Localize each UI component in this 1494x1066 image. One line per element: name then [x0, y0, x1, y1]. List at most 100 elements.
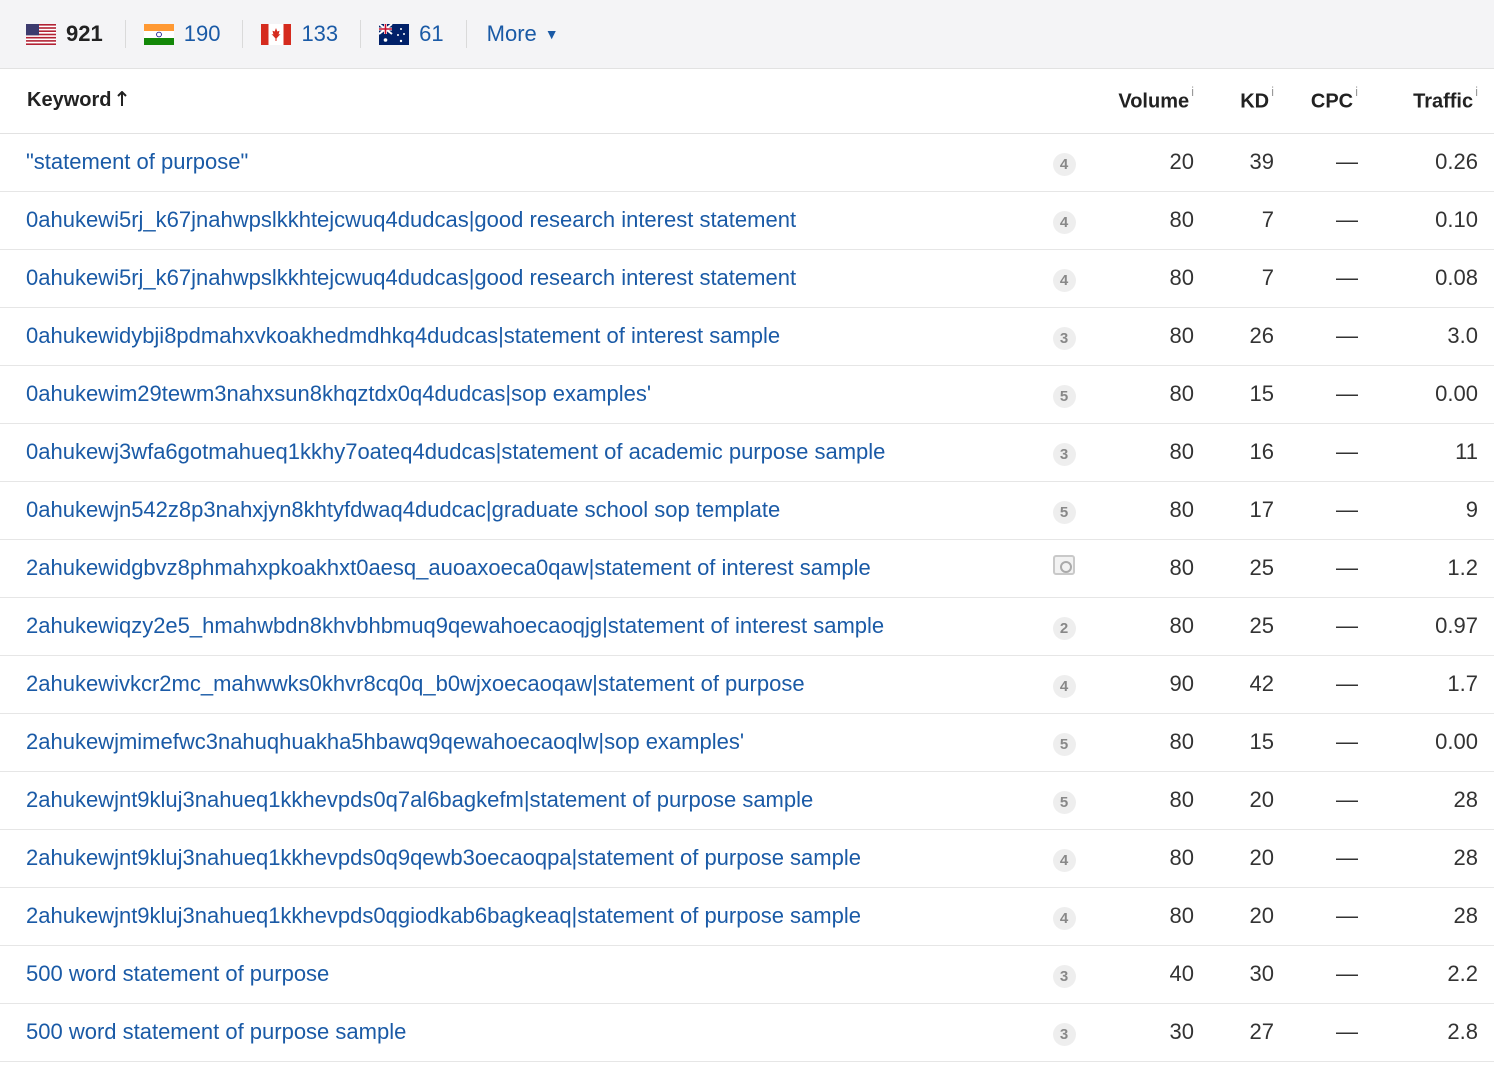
position-badge: 4 [1052, 674, 1076, 698]
kd-cell: 7 [1194, 249, 1274, 308]
keyword-link[interactable]: 500 word statement of purpose [0, 945, 1034, 1004]
table-row: 2ahukewjnt9kluj3nahueq1kkhevpds0qgiodkab… [0, 887, 1494, 946]
kd-cell: 20 [1194, 887, 1274, 946]
table-row: 2ahukewjnt9kluj3nahueq1kkhevpds0q9qewb3o… [0, 829, 1494, 888]
cpc-cell: — [1274, 423, 1358, 482]
table-row: 2ahukewiqzy2e5_hmahwbdn8khvbhbmuq9qewaho… [0, 597, 1494, 656]
keyword-link[interactable]: 0ahukewi5rj_k67jnahwpslkkhtejcwuq4dudcas… [0, 249, 1034, 308]
india-flag-icon [143, 23, 174, 45]
kd-cell: 39 [1194, 133, 1274, 192]
cpc-cell: — [1274, 481, 1358, 540]
position-cell: 5 [1034, 713, 1094, 772]
country-filter-ca[interactable]: 133 [261, 20, 362, 48]
keyword-link[interactable]: 2ahukewivkcr2mc_mahwwks0khvr8cq0q_b0wjxo… [0, 655, 1034, 714]
table-row: 0ahukewidybji8pdmahxvkoakhedmdhkq4dudcas… [0, 307, 1494, 366]
keyword-link[interactable]: 2ahukewjnt9kluj3nahueq1kkhevpds0q9qewb3o… [0, 829, 1034, 888]
volume-cell: 80 [1094, 481, 1194, 540]
keyword-link[interactable]: 500 word statement of purpose sample [0, 1003, 1034, 1062]
volume-column-header[interactable]: Volume i [1094, 69, 1194, 134]
country-filter-in[interactable]: 190 [143, 20, 244, 48]
traffic-cell: 0.10 [1358, 191, 1494, 250]
keyword-link[interactable]: 2ahukewidgbvz8phmahxpkoakhxt0aesq_auoaxo… [0, 539, 1034, 598]
kd-cell: 25 [1194, 597, 1274, 656]
keyword-link[interactable]: "statement of purpose" [0, 133, 1034, 192]
kd-cell: 16 [1194, 423, 1274, 482]
position-cell: 4 [1034, 829, 1094, 888]
position-badge: 5 [1052, 500, 1076, 524]
position-cell: 4 [1034, 191, 1094, 250]
table-row: 0ahukewi5rj_k67jnahwpslkkhtejcwuq4dudcas… [0, 191, 1494, 250]
traffic-cell: 0.26 [1358, 133, 1494, 192]
keyword-link[interactable]: 2ahukewiqzy2e5_hmahwbdn8khvbhbmuq9qewaho… [0, 597, 1034, 656]
info-icon[interactable]: i [1271, 84, 1274, 99]
country-filter-us[interactable]: 921 [26, 20, 126, 48]
position-cell: 5 [1034, 481, 1094, 540]
country-count-in: 190 [183, 21, 221, 46]
cpc-cell: — [1274, 655, 1358, 714]
traffic-cell: 0.00 [1358, 713, 1494, 772]
volume-cell: 80 [1094, 887, 1194, 946]
keyword-link[interactable]: 0ahukewj3wfa6gotmahueq1kkhy7oateq4dudcas… [0, 423, 1034, 482]
volume-cell: 80 [1094, 307, 1194, 366]
traffic-header-label: Traffic [1413, 90, 1474, 113]
kd-header-label: KD [1240, 90, 1270, 113]
cpc-cell: — [1274, 887, 1358, 946]
info-icon[interactable]: i [1355, 84, 1358, 99]
position-cell [1034, 539, 1094, 598]
position-cell: 5 [1034, 771, 1094, 830]
keyword-link[interactable]: 0ahukewi5rj_k67jnahwpslkkhtejcwuq4dudcas… [0, 191, 1034, 250]
position-badge: 4 [1052, 268, 1076, 292]
more-countries-dropdown[interactable]: More ▼ [487, 21, 559, 47]
more-label: More [486, 21, 537, 46]
position-column-header [1034, 69, 1094, 134]
position-cell: 2 [1034, 597, 1094, 656]
table-body: "statement of purpose" 4 20 39—0.26 0ahukewi… [0, 133, 1494, 1062]
cpc-column-header[interactable]: CPC i [1274, 69, 1358, 134]
keyword-link[interactable]: 0ahukewidybji8pdmahxvkoakhedmdhkq4dudcas… [0, 307, 1034, 366]
position-cell: 5 [1034, 365, 1094, 424]
info-icon[interactable]: i [1475, 84, 1478, 99]
keyword-link[interactable]: 2ahukewjmimefwc3nahuqhuakha5hbawq9qewaho… [0, 713, 1034, 772]
country-count-ca: 133 [301, 21, 339, 46]
kd-cell: 26 [1194, 307, 1274, 366]
info-icon[interactable]: i [1191, 84, 1194, 99]
cpc-cell: — [1274, 307, 1358, 366]
cpc-cell: — [1274, 133, 1358, 192]
position-badge: 4 [1052, 210, 1076, 234]
canada-flag-icon [261, 23, 292, 45]
table-row: 2ahukewidgbvz8phmahxpkoakhxt0aesq_auoaxo… [0, 539, 1494, 598]
position-badge: 3 [1052, 1022, 1076, 1046]
position-badge: 4 [1052, 906, 1076, 930]
cpc-cell: — [1274, 945, 1358, 1004]
table-row: 2ahukewivkcr2mc_mahwwks0khvr8cq0q_b0wjxo… [0, 655, 1494, 714]
position-badge: 5 [1052, 384, 1076, 408]
volume-cell: 80 [1094, 365, 1194, 424]
kd-cell: 30 [1194, 945, 1274, 1004]
position-badge: 3 [1052, 964, 1076, 988]
keyword-column-header[interactable]: Keyword [0, 69, 1034, 134]
caret-down-icon: ▼ [544, 26, 559, 42]
position-cell: 4 [1034, 655, 1094, 714]
volume-cell: 90 [1094, 655, 1194, 714]
position-cell: 3 [1034, 1003, 1094, 1062]
position-badge: 4 [1052, 848, 1076, 872]
keyword-link[interactable]: 2ahukewjnt9kluj3nahueq1kkhevpds0q7al6bag… [0, 771, 1034, 830]
position-cell: 3 [1034, 307, 1094, 366]
traffic-cell: 28 [1358, 771, 1494, 830]
country-filter-bar: 921 190 133 61 More ▼ [0, 0, 1494, 69]
position-badge: 5 [1052, 790, 1076, 814]
traffic-column-header[interactable]: Traffic i [1358, 69, 1494, 134]
kd-cell: 25 [1194, 539, 1274, 598]
position-badge: 3 [1052, 326, 1076, 350]
table-header-row: Keyword Volume i KD i CPC i Traffic i [0, 69, 1494, 134]
volume-cell: 80 [1094, 713, 1194, 772]
table-row: 2ahukewjmimefwc3nahuqhuakha5hbawq9qewaho… [0, 713, 1494, 772]
position-cell: 4 [1034, 249, 1094, 308]
kd-column-header[interactable]: KD i [1194, 69, 1274, 134]
keyword-link[interactable]: 2ahukewjnt9kluj3nahueq1kkhevpds0qgiodkab… [0, 887, 1034, 946]
country-filter-au[interactable]: 61 [379, 20, 467, 48]
volume-cell: 80 [1094, 191, 1194, 250]
keyword-link[interactable]: 0ahukewim29tewm3nahxsun8khqztdx0q4dudcas… [0, 365, 1034, 424]
keyword-link[interactable]: 0ahukewjn542z8p3nahxjyn8khtyfdwaq4dudcac… [0, 481, 1034, 540]
cpc-header-label: CPC [1310, 90, 1354, 113]
